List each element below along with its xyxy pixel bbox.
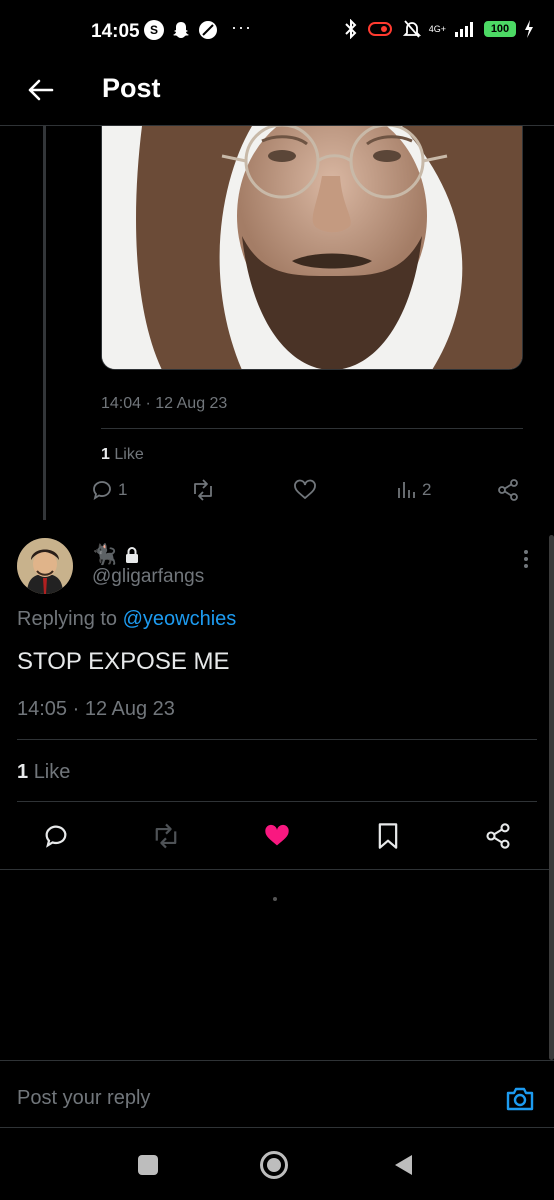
share-button[interactable] [496, 478, 520, 502]
reply-count: 1 [118, 480, 128, 499]
triangle-back-icon [395, 1155, 412, 1175]
back-button[interactable] [22, 72, 58, 108]
likes-label: Like [114, 446, 144, 463]
status-right-icons: 4G+ 100 [343, 19, 534, 39]
replying-to-link[interactable]: @yeowchies [123, 608, 237, 630]
user-handle[interactable]: @gligarfangs [92, 566, 204, 588]
circle-icon [260, 1151, 288, 1179]
mute-bell-icon [402, 20, 421, 38]
post-likes[interactable]: 1 Like [17, 761, 70, 784]
reply-input[interactable] [17, 1087, 457, 1110]
display-name[interactable]: 🐈‍⬛ [92, 542, 139, 567]
likes-label: Like [33, 761, 71, 783]
divider [17, 801, 537, 802]
network-type: 4G+ [428, 23, 446, 34]
browser-icon [199, 21, 217, 39]
replying-prefix: Replying to [17, 608, 118, 630]
signal-icon [455, 22, 473, 37]
skype-icon: S [144, 20, 164, 40]
heart-outline-icon [294, 479, 316, 500]
views-button[interactable]: 2 [396, 478, 431, 502]
share-icon [498, 479, 518, 501]
thread-connector [43, 126, 46, 520]
repost-button[interactable] [190, 478, 216, 502]
share-icon [486, 823, 510, 849]
replying-to: Replying to @yeowchies [17, 608, 236, 631]
reply-button[interactable]: 1 [90, 478, 127, 502]
recents-button[interactable] [133, 1150, 163, 1180]
likes-count: 1 [101, 446, 110, 463]
post-timestamp: 14:05 · 12 Aug 23 [17, 698, 175, 720]
avatar-image [17, 538, 73, 594]
likes-count: 1 [17, 761, 29, 783]
camera-button[interactable] [504, 1083, 536, 1115]
divider [0, 869, 554, 870]
views-icon [398, 482, 415, 498]
like-button[interactable] [293, 478, 317, 502]
post-timestamp: 14:04 · 12 Aug 23 [101, 395, 228, 412]
more-options-button[interactable] [518, 548, 534, 570]
top-bar: Post [0, 64, 554, 126]
status-time: 14:05 [91, 21, 140, 42]
avatar[interactable] [17, 538, 73, 594]
page-title: Post [102, 73, 161, 103]
reply-button[interactable] [42, 822, 70, 850]
back-nav-button[interactable] [388, 1150, 418, 1180]
status-app-icons: S ··· [144, 16, 252, 40]
views-count: 2 [422, 480, 432, 499]
divider [17, 739, 537, 740]
reply-composer [0, 1060, 554, 1128]
repost-button[interactable] [151, 822, 181, 850]
more-dot [524, 557, 528, 561]
heart-filled-icon [265, 824, 289, 846]
repost-icon [194, 479, 212, 501]
divider [101, 428, 523, 429]
display-name-emoji: 🐈‍⬛ [92, 544, 117, 566]
charging-icon [525, 20, 533, 38]
status-bar: 14:05 S ··· 4G+ 100 [0, 0, 554, 64]
portrait-photo [102, 126, 522, 369]
snapchat-icon [173, 22, 189, 38]
camera-icon [506, 1087, 534, 1111]
recording-icon [367, 22, 392, 36]
lock-icon [125, 546, 138, 563]
comment-icon [45, 825, 67, 848]
arrow-left-icon [28, 79, 54, 101]
loading-indicator [273, 897, 277, 901]
post-image[interactable] [101, 126, 523, 370]
home-button[interactable] [259, 1150, 289, 1180]
comment-icon [93, 481, 111, 500]
post-text: STOP EXPOSE ME [17, 648, 230, 675]
like-button[interactable] [262, 822, 292, 850]
more-dot [524, 550, 528, 554]
battery-indicator: 100 [484, 21, 516, 37]
system-nav-bar [0, 1128, 554, 1200]
scrollbar[interactable] [549, 535, 554, 1060]
bluetooth-icon [345, 19, 357, 39]
status-more-icon: ··· [231, 16, 252, 37]
square-icon [138, 1155, 158, 1175]
post-likes[interactable]: 1 Like [101, 446, 144, 464]
repost-icon [155, 823, 177, 849]
bookmark-button[interactable] [375, 822, 401, 850]
bookmark-icon [378, 823, 398, 849]
share-button[interactable] [484, 822, 512, 850]
more-dot [524, 564, 528, 568]
